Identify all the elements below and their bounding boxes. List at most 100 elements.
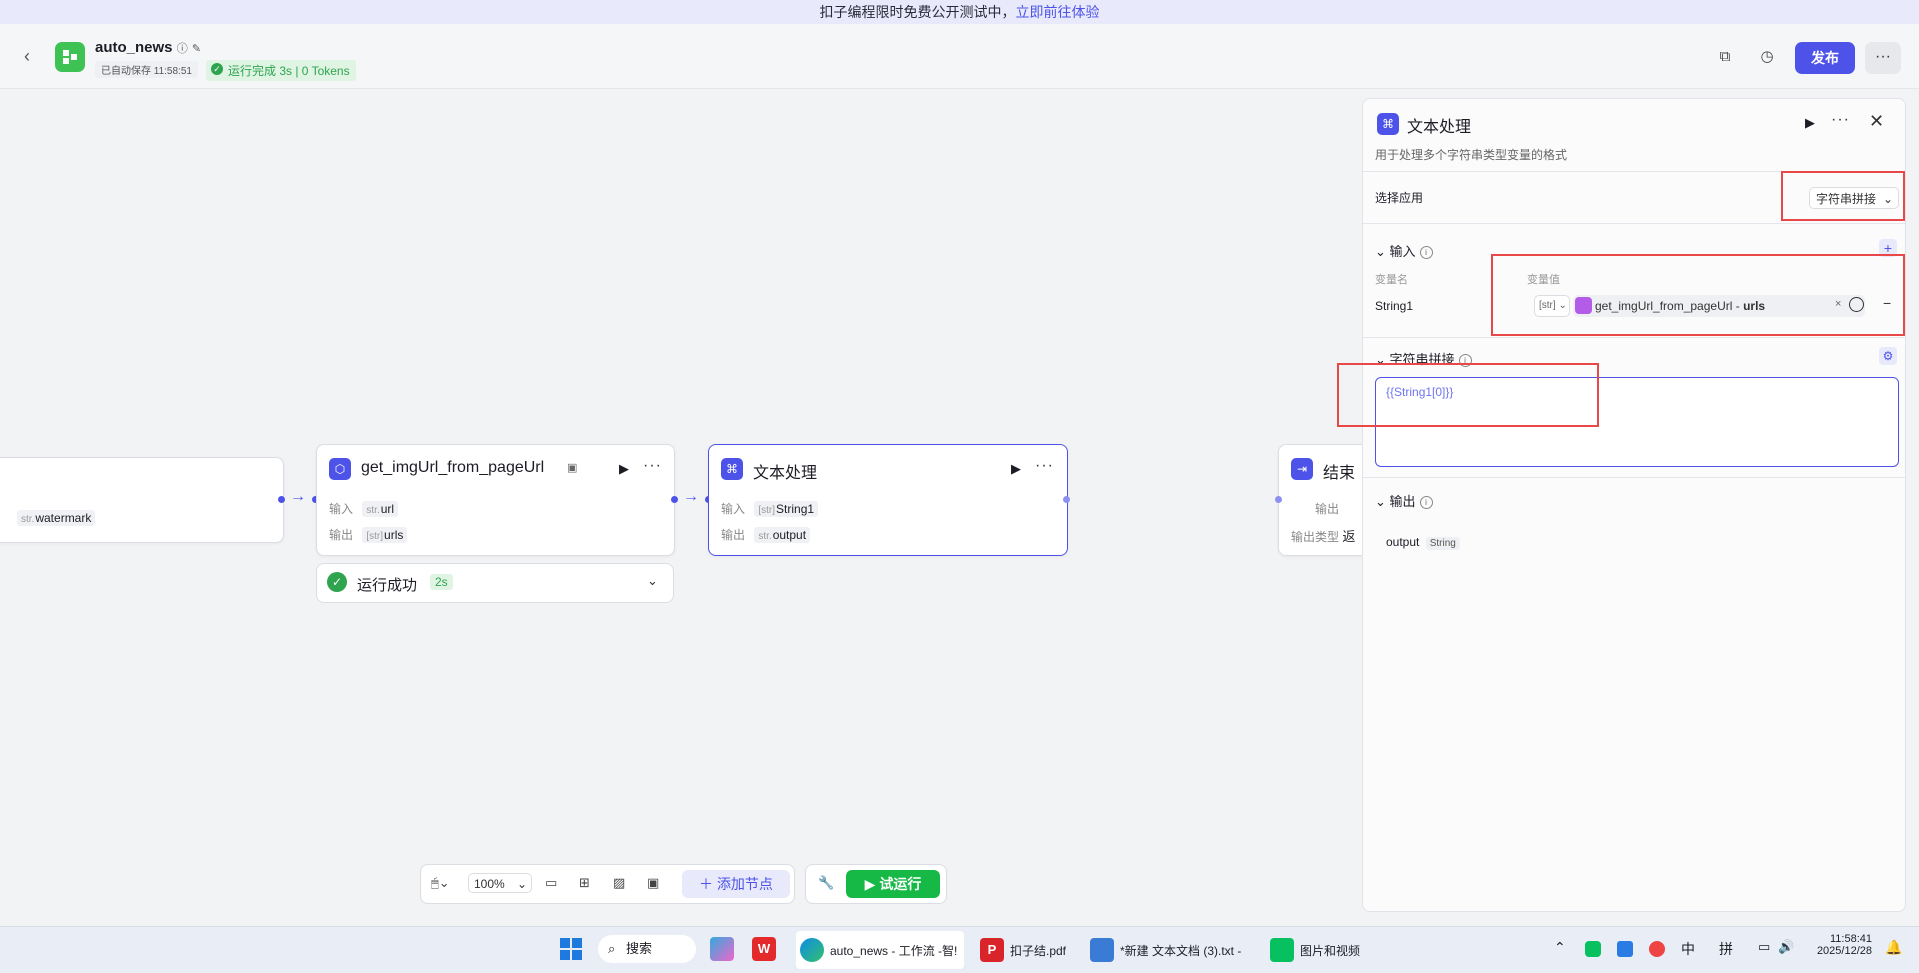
banner-text: 扣子编程限时免费公开测试中， <box>819 4 1016 20</box>
taskbar-search[interactable]: ⌕ 搜索 <box>598 935 696 963</box>
var-chip: str.url <box>362 501 399 517</box>
var-chip: [str]String1 <box>754 501 819 517</box>
run-status-text: 运行成功 <box>357 577 418 594</box>
ime-lang[interactable]: 中 <box>1681 939 1695 959</box>
copy-icon[interactable]: ⧉ <box>1714 46 1736 68</box>
node-get-imgurl[interactable]: ⬡ get_imgUrl_from_pageUrl ▣ ▶ ··· 输入 str… <box>316 444 675 556</box>
back-icon[interactable]: ‹ <box>24 46 44 66</box>
output-port[interactable] <box>671 496 678 503</box>
select-app-label: 选择应用 <box>1375 191 1424 205</box>
info-icon[interactable]: i <box>1419 496 1433 509</box>
panel-title: 文本处理 <box>1407 119 1472 136</box>
taskbar-item-notepad[interactable]: *新建 文本文档 (3).txt - <box>1086 931 1246 969</box>
taskbar-item-edge[interactable]: auto_news - 工作流 -智! <box>796 931 964 969</box>
node-title: 结束 <box>1323 465 1356 482</box>
zoom-select[interactable]: 100% ⌄ <box>468 873 532 893</box>
app-logo <box>55 42 85 72</box>
publish-button[interactable]: 发布 <box>1795 42 1855 74</box>
info-icon[interactable]: i <box>1419 246 1433 259</box>
highlight-box <box>1337 363 1599 427</box>
node-config-panel: ⌘ 文本处理 ▶ ··· ✕ 用于处理多个字符串类型变量的格式 选择应用 字符串… <box>1337 98 1906 912</box>
ime-mode[interactable]: 拼 <box>1719 939 1733 959</box>
node-title: 文本处理 <box>753 465 818 482</box>
copilot-icon[interactable] <box>710 937 734 961</box>
node-start-partial[interactable]: str.watermark <box>0 457 284 543</box>
app-name: auto_news ⓘ ✎ <box>95 39 202 56</box>
input-port[interactable] <box>1275 496 1282 503</box>
var-name[interactable]: String1 <box>1375 299 1413 313</box>
wps-icon[interactable]: W <box>752 937 776 961</box>
edit-icon[interactable]: ✎ <box>192 43 201 55</box>
image-icon[interactable]: ▨ <box>613 875 625 891</box>
more-button[interactable]: ··· <box>1865 42 1901 74</box>
run-node-icon[interactable]: ▶ <box>1805 115 1815 131</box>
canvas-toolbar: 🖱⌄ 100% ⌄ ▭ ⊞ ▨ ▣ ＋ 添加节点 <box>420 864 795 904</box>
output-label: 输出 <box>1315 502 1340 516</box>
node-more-icon[interactable]: ··· <box>643 457 662 475</box>
node-run-result[interactable]: ✓ 运行成功 2s ⌄ <box>316 563 674 603</box>
trial-run-button[interactable]: ▶ 试运行 <box>846 870 940 898</box>
run-status-badge: ✓ 运行完成 3s | 0 Tokens <box>206 60 356 81</box>
plugin-badge-icon: ▣ <box>567 462 578 474</box>
history-icon[interactable]: ◷ <box>1756 46 1778 68</box>
run-toolbar: 🔧 ▶ 试运行 <box>805 864 947 904</box>
windows-start-icon[interactable] <box>559 937 583 961</box>
app-header: ‹ auto_news ⓘ ✎ 已自动保存 11:58:51 ✓ 运行完成 3s… <box>0 24 1919 89</box>
close-icon[interactable]: ✕ <box>1869 111 1884 132</box>
clock[interactable]: 11:58:41 2025/12/28 <box>1812 933 1872 957</box>
node-more-icon[interactable]: ··· <box>1035 457 1054 475</box>
highlight-box <box>1781 171 1905 221</box>
settings-icon[interactable]: ⚙ <box>1879 347 1897 365</box>
panel-more-icon[interactable]: ··· <box>1831 111 1850 129</box>
text-process-icon: ⌘ <box>1377 113 1399 135</box>
success-icon: ✓ <box>327 572 347 592</box>
run-node-icon[interactable]: ▶ <box>619 461 629 477</box>
taskbar-item-wechat[interactable]: 图片和视频 <box>1266 931 1386 969</box>
os-taskbar: ⌕ 搜索 W auto_news - 工作流 -智! P 扣子结.pdf *新建 … <box>0 926 1919 973</box>
notepad-icon <box>1090 938 1114 962</box>
var-chip: [str]urls <box>362 527 408 543</box>
run-node-icon[interactable]: ▶ <box>1011 461 1021 477</box>
add-node-button[interactable]: ＋ 添加节点 <box>682 870 790 898</box>
mouse-icon[interactable]: 🖱⌄ <box>431 875 450 891</box>
promo-banner: 扣子编程限时免费公开测试中，立即前往体验 <box>0 0 1919 24</box>
output-var: output String <box>1386 535 1460 550</box>
layout-icon[interactable]: ⊞ <box>579 875 590 891</box>
volume-icon[interactable]: 🔊 <box>1778 939 1794 955</box>
dingtalk-tray-icon[interactable] <box>1617 941 1633 957</box>
info-icon[interactable]: ⓘ <box>177 43 188 55</box>
notification-icon[interactable]: 🔔 <box>1885 939 1902 956</box>
var-name-header: 变量名 <box>1375 274 1408 286</box>
check-icon: ✓ <box>211 63 223 75</box>
search-icon: ⌕ <box>608 941 616 956</box>
node-text-processing[interactable]: ⌘ 文本处理 ▶ ··· 输入 [str]String1 输出 str.outp… <box>708 444 1068 556</box>
chevron-down-icon[interactable]: ⌄ <box>647 573 658 589</box>
input-section-title[interactable]: ⌄ 输入 i <box>1375 241 1433 260</box>
output-port[interactable] <box>1063 496 1070 503</box>
panel-description: 用于处理多个字符串类型变量的格式 <box>1375 148 1568 162</box>
output-section-title[interactable]: ⌄ 输出 i <box>1375 491 1433 510</box>
chevron-up-icon[interactable]: ⌃ <box>1554 939 1566 956</box>
wrench-icon[interactable]: 🔧 <box>818 875 834 891</box>
highlight-box <box>1491 254 1905 336</box>
comment-icon[interactable]: ▭ <box>545 875 557 891</box>
pdf-icon: P <box>980 938 1004 962</box>
run-time-badge: 2s <box>430 574 453 590</box>
wechat-icon <box>1270 938 1294 962</box>
banner-link[interactable]: 立即前往体验 <box>1016 4 1100 20</box>
end-icon: ⇥ <box>1291 458 1313 480</box>
edge-icon <box>800 938 824 962</box>
arrow-icon: → <box>290 488 306 505</box>
node-title: get_imgUrl_from_pageUrl <box>361 459 545 476</box>
output-type-row: 输出类型 返 <box>1291 529 1356 544</box>
taskbar-item-pdf[interactable]: P 扣子结.pdf <box>976 931 1076 969</box>
arrow-icon: → <box>683 488 699 505</box>
network-icon[interactable]: ▭ <box>1758 939 1770 955</box>
var-chip: str.watermark <box>17 510 96 526</box>
minimap-icon[interactable]: ▣ <box>647 875 659 891</box>
var-chip: str.output <box>754 527 811 543</box>
wechat-tray-icon[interactable] <box>1585 941 1601 957</box>
output-port[interactable] <box>278 496 285 503</box>
plugin-icon: ⬡ <box>329 458 351 480</box>
qq-tray-icon[interactable] <box>1649 941 1665 957</box>
